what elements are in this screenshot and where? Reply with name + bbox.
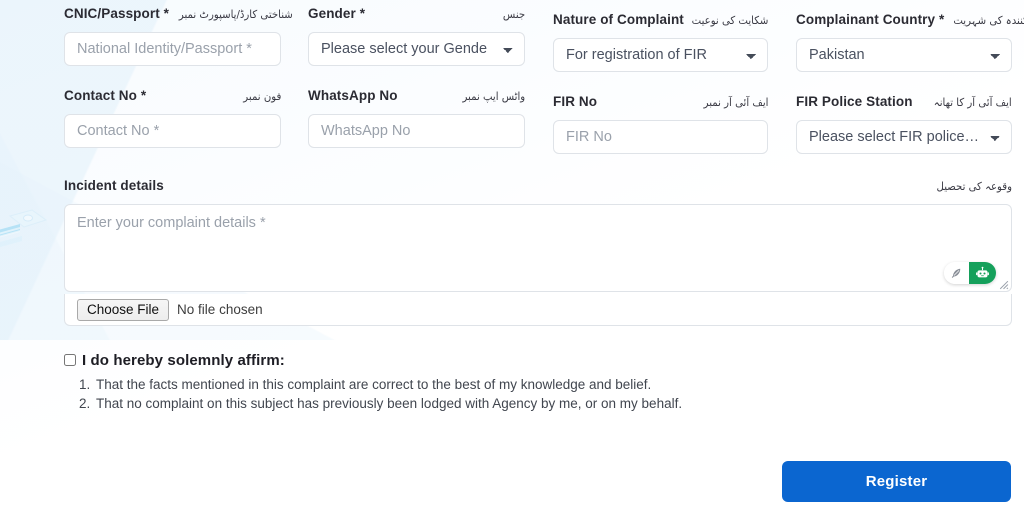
attachment-upload-row: Choose File No file chosen: [64, 294, 1012, 326]
label-cnic-passport-ur: شناختی کارڈ/پاسپورٹ نمبر: [178, 8, 293, 21]
field-contact-no: Contact No * فون نمبر: [64, 88, 281, 148]
field-fir-police-station: FIR Police Station ایف آئی آر کا تھانہ P…: [796, 94, 1012, 154]
label-whatsapp-no-ur: واٹس ایپ نمبر: [462, 90, 525, 103]
affirmation-header: I do hereby solemnly affirm:: [64, 350, 764, 370]
label-fir-no-en: FIR No: [553, 94, 598, 109]
label-complainant-country-ur: شکایت کنندہ کی شہریت: [953, 14, 1024, 27]
label-complainant-country-en: Complainant Country *: [796, 12, 945, 27]
form-row-1: CNIC/Passport * شناختی کارڈ/پاسپورٹ نمبر…: [0, 6, 1024, 92]
cnic-passport-input[interactable]: [64, 32, 281, 66]
fir-police-station-select[interactable]: Please select FIR police s…: [796, 120, 1012, 154]
label-nature-of-complaint-ur: شکایت کی نوعیت: [691, 14, 768, 27]
affirmation-checkbox[interactable]: [64, 354, 76, 366]
affirmation-title: I do hereby solemnly affirm:: [82, 351, 285, 369]
contact-no-input[interactable]: [64, 114, 281, 148]
field-nature-of-complaint: Nature of Complaint شکایت کی نوعیت For r…: [553, 12, 768, 72]
file-chosen-status: No file chosen: [177, 302, 263, 317]
label-contact-no-ur: فون نمبر: [242, 90, 281, 103]
label-incident-details-ur: وقوعہ کی تحصیل: [936, 180, 1012, 193]
feather-pen-icon[interactable]: [944, 262, 969, 284]
form-row-2: Contact No * فون نمبر WhatsApp No واٹس ا…: [0, 88, 1024, 174]
label-incident-details-en: Incident details: [64, 178, 164, 193]
field-fir-no: FIR No ایف آئی آر نمبر: [553, 94, 768, 154]
field-label-row: FIR No ایف آئی آر نمبر: [553, 94, 768, 112]
field-label-row: FIR Police Station ایف آئی آر کا تھانہ: [796, 94, 1012, 112]
affirmation-item: That the facts mentioned in this complai…: [94, 375, 764, 394]
affirmation-item: That no complaint on this subject has pr…: [94, 394, 764, 413]
fir-no-input[interactable]: [553, 120, 768, 154]
gender-select[interactable]: Please select your Gende: [308, 32, 525, 66]
complaint-form-page: CNIC/Passport * شناختی کارڈ/پاسپورٹ نمبر…: [0, 0, 1024, 527]
label-cnic-passport-en: CNIC/Passport *: [64, 6, 170, 21]
field-label-row: Gender * جنس: [308, 6, 525, 24]
label-fir-no-ur: ایف آئی آر نمبر: [703, 96, 768, 109]
field-gender: Gender * جنس Please select your Gende: [308, 6, 525, 66]
incident-label-row: Incident details وقوعہ کی تحصیل: [64, 178, 1012, 196]
complainant-country-select[interactable]: Pakistan: [796, 38, 1012, 72]
incident-details-group: Incident details وقوعہ کی تحصیل: [64, 178, 1012, 292]
register-button[interactable]: Register: [782, 461, 1011, 502]
label-fir-police-station-en: FIR Police Station: [796, 94, 913, 109]
field-label-row: Contact No * فون نمبر: [64, 88, 281, 106]
field-label-row: Nature of Complaint شکایت کی نوعیت: [553, 12, 768, 30]
field-cnic-passport: CNIC/Passport * شناختی کارڈ/پاسپورٹ نمبر: [64, 6, 293, 66]
affirmation-list: That the facts mentioned in this complai…: [64, 375, 764, 413]
field-whatsapp-no: WhatsApp No واٹس ایپ نمبر: [308, 88, 525, 148]
label-gender-ur: جنس: [502, 8, 525, 21]
label-nature-of-complaint-en: Nature of Complaint: [553, 12, 684, 27]
field-complainant-country: Complainant Country * شکایت کنندہ کی شہر…: [796, 12, 1024, 72]
decorative-card-glyph: [0, 209, 48, 247]
label-gender-en: Gender *: [308, 6, 366, 21]
label-contact-no-en: Contact No *: [64, 88, 147, 103]
field-label-row: CNIC/Passport * شناختی کارڈ/پاسپورٹ نمبر: [64, 6, 293, 24]
label-fir-police-station-ur: ایف آئی آر کا تھانہ: [934, 96, 1012, 109]
field-label-row: Complainant Country * شکایت کنندہ کی شہر…: [796, 12, 1024, 30]
incident-details-textarea[interactable]: [64, 204, 1012, 292]
affirmation-block: I do hereby solemnly affirm: That the fa…: [64, 350, 764, 413]
nature-of-complaint-select[interactable]: For registration of FIR: [553, 38, 768, 72]
incident-textarea-wrap: [64, 204, 1012, 292]
choose-file-button[interactable]: Choose File: [77, 298, 170, 321]
label-whatsapp-no-en: WhatsApp No: [308, 88, 398, 103]
field-label-row: WhatsApp No واٹس ایپ نمبر: [308, 88, 525, 106]
writing-assistant-pill[interactable]: [944, 262, 996, 284]
ai-assistant-robot-icon[interactable]: [969, 262, 996, 284]
whatsapp-no-input[interactable]: [308, 114, 525, 148]
